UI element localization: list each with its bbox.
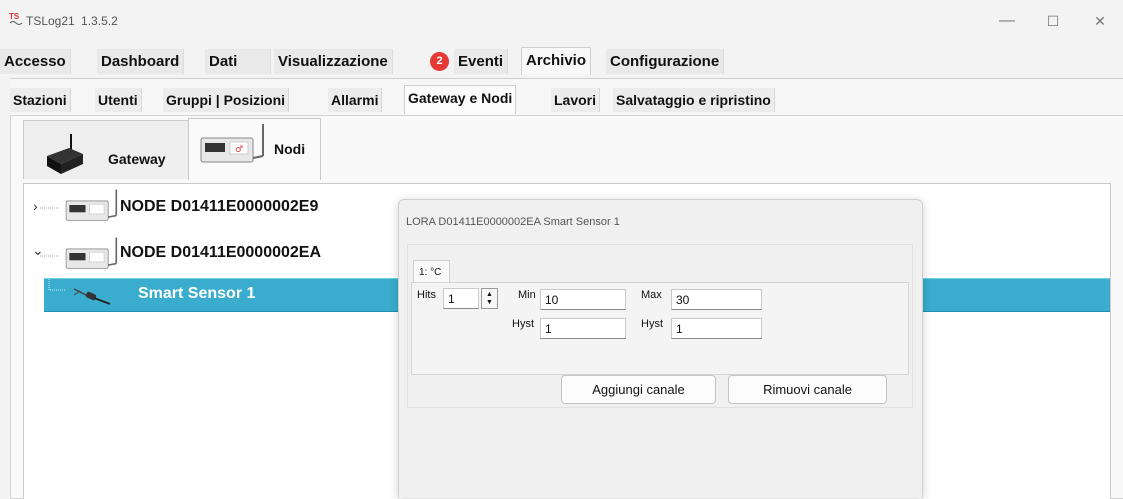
hyst-max-input[interactable]: 1: [671, 318, 762, 339]
node-device-icon: [65, 189, 118, 221]
max-input[interactable]: 30: [671, 289, 762, 310]
dialog-body: 1: °C Hits 1 ▲ ▼ Min 10 Max 30 Hyst 1 Hy…: [407, 244, 913, 408]
events-count-badge: 2: [430, 52, 449, 71]
hits-input[interactable]: 1: [443, 288, 479, 309]
tab-gateway-label: Gateway: [108, 151, 166, 167]
channel-settings-panel: Hits 1 ▲ ▼ Min 10 Max 30 Hyst 1 Hyst 1: [411, 282, 909, 375]
menu-archivio[interactable]: Archivio: [521, 47, 592, 75]
svg-text:♂: ♂: [235, 145, 243, 155]
app-logo-icon: TS: [9, 13, 23, 27]
menu-dashboard[interactable]: Dashboard: [97, 49, 185, 74]
tab-allarmi[interactable]: Allarmi: [328, 88, 383, 112]
hyst-max-label: Hyst: [641, 318, 663, 330]
menu-visualizzazione[interactable]: Visualizzazione: [274, 49, 393, 74]
title-bar: TS TSLog21 1.3.5.2 — ☐ ✕: [0, 0, 1123, 44]
node-label: NODE D01411E0000002EA: [120, 244, 322, 261]
node-device-icon: [65, 237, 118, 269]
archive-subtabs: Stazioni Utenti Gruppi | Posizioni Allar…: [10, 78, 1123, 116]
menu-accesso[interactable]: Accesso: [0, 49, 71, 74]
app-name: TSLog21: [26, 14, 75, 28]
maximize-button[interactable]: ☐: [1030, 6, 1076, 36]
add-channel-button[interactable]: Aggiungi canale: [561, 375, 716, 404]
remove-channel-button[interactable]: Rimuovi canale: [728, 375, 887, 404]
menu-eventi[interactable]: Eventi: [454, 49, 509, 74]
tab-gateway[interactable]: Gateway: [23, 120, 192, 179]
tab-salvataggio-ripristino[interactable]: Salvataggio e ripristino: [613, 88, 775, 112]
spin-up-icon[interactable]: ▲: [486, 291, 493, 299]
spin-down-icon[interactable]: ▼: [486, 299, 493, 307]
tab-gateway-nodi[interactable]: Gateway e Nodi: [404, 85, 517, 114]
tab-stazioni[interactable]: Stazioni: [10, 88, 71, 112]
tree-connector: [48, 275, 66, 291]
min-input[interactable]: 10: [540, 289, 626, 310]
expand-icon[interactable]: ›: [33, 198, 38, 214]
close-button[interactable]: ✕: [1077, 6, 1123, 36]
hyst-min-input[interactable]: 1: [540, 318, 626, 339]
menu-configurazione[interactable]: Configurazione: [606, 49, 725, 74]
node-device-icon: ♂: [200, 124, 264, 163]
tree-connector: [40, 255, 60, 257]
wave-icon: [9, 21, 23, 25]
sensor-label: Smart Sensor 1: [138, 285, 256, 302]
sensor-config-dialog: LORA D01411E0000002EA Smart Sensor 1 1: …: [398, 199, 923, 498]
tab-lavori[interactable]: Lavori: [551, 88, 601, 112]
app-version: 1.3.5.2: [81, 14, 118, 28]
window-title: TSLog21 1.3.5.2: [26, 14, 118, 28]
dialog-title: LORA D01411E0000002EA Smart Sensor 1: [406, 216, 620, 228]
tab-utenti[interactable]: Utenti: [95, 88, 142, 112]
sensor-probe-icon: [73, 288, 111, 305]
gateway-device-icon: [47, 134, 83, 174]
tab-nodi-label: Nodi: [274, 141, 306, 157]
tab-channel-1[interactable]: 1: °C: [413, 260, 450, 283]
minimize-button[interactable]: —: [984, 6, 1030, 36]
hits-label: Hits: [417, 289, 436, 301]
min-label: Min: [518, 289, 536, 301]
hits-spinner[interactable]: ▲ ▼: [481, 288, 498, 309]
tab-nodi[interactable]: ♂ Nodi: [188, 118, 321, 180]
main-menu: Accesso Dashboard Dati Visualizzazione 2…: [0, 47, 1123, 75]
tab-gruppi-posizioni[interactable]: Gruppi | Posizioni: [163, 88, 290, 112]
hyst-min-label: Hyst: [512, 318, 534, 330]
tree-connector: [40, 207, 60, 209]
node-label: NODE D01411E0000002E9: [120, 198, 319, 215]
max-label: Max: [641, 289, 662, 301]
menu-dati[interactable]: Dati: [205, 49, 271, 74]
